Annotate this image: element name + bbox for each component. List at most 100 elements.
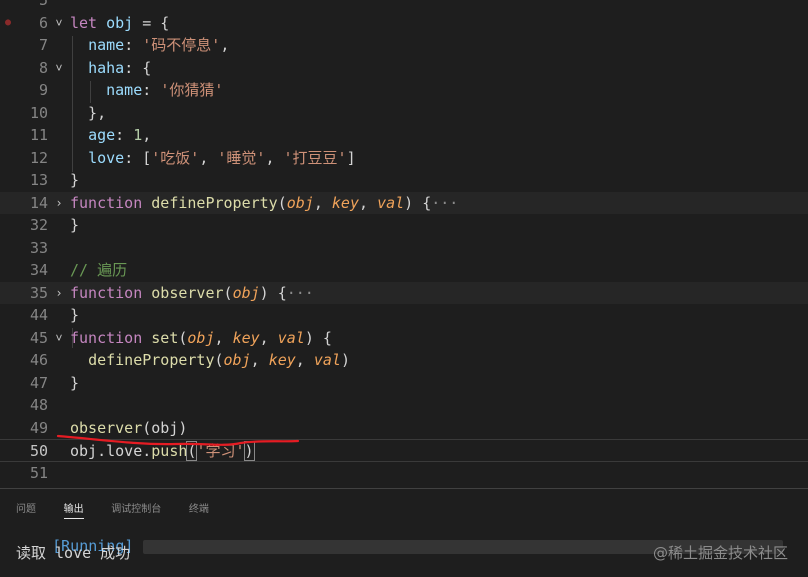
code-token: , — [220, 36, 230, 54]
code-token: : — [115, 126, 134, 144]
code-line[interactable]: 5 — [0, 0, 808, 12]
code-token: }, — [70, 103, 107, 122]
code-text: } — [70, 304, 79, 327]
code-text: love: ['吃饭', '睡觉', '打豆豆'] — [70, 147, 356, 170]
line-number: 10 — [29, 103, 48, 122]
code-text: } — [70, 214, 79, 237]
code-text: name: '码不停息', — [70, 34, 229, 57]
code-token: age — [88, 126, 116, 144]
tab-terminal[interactable]: 终端 — [189, 502, 209, 518]
code-token: haha — [88, 58, 125, 77]
code-line[interactable]: 12 love: ['吃饭', '睡觉', '打豆豆'] — [0, 147, 808, 170]
code-editor[interactable]: 5 ● 6 ˅ let obj = {7 name: '码不停息', 8 ˅ haha: {… — [0, 0, 808, 488]
tab-problems[interactable]: 问题 — [16, 502, 36, 518]
code-line[interactable]: 48 — [0, 394, 808, 417]
tab-output[interactable]: 输出 — [63, 502, 84, 519]
code-token: : — [124, 36, 143, 54]
folded-ellipsis[interactable]: ··· — [431, 194, 458, 212]
line-number: 12 — [29, 148, 48, 167]
code-text: function defineProperty(obj, key, val) {… — [70, 192, 458, 215]
code-line[interactable]: 13} — [0, 169, 808, 192]
code-text: haha: { — [70, 57, 151, 80]
line-number: 47 — [29, 373, 48, 392]
code-line[interactable]: 34 // 遍历 — [0, 259, 808, 282]
code-text: } — [70, 169, 79, 192]
code-token: observer — [151, 283, 224, 302]
code-line[interactable]: 44} — [0, 304, 808, 327]
code-line[interactable]: 14 › function defineProperty(obj, key, val… — [0, 191, 808, 215]
folded-ellipsis[interactable]: ··· — [287, 284, 314, 302]
line-number: 6 — [38, 13, 48, 32]
code-line[interactable]: 32} — [0, 214, 808, 237]
code-token: // 遍历 — [70, 261, 128, 279]
code-text: let obj = { — [70, 12, 169, 35]
line-number: 5 — [38, 0, 48, 9]
code-token: '睡觉' — [217, 148, 266, 167]
line-number: 35 — [29, 283, 48, 302]
code-text: }, — [70, 102, 106, 125]
code-token: } — [70, 171, 80, 189]
code-token: ) { — [404, 193, 432, 212]
code-token: defineProperty — [151, 193, 278, 212]
code-token: '打豆豆' — [283, 148, 347, 167]
tab-debug-console[interactable]: 调试控制台 — [111, 502, 161, 518]
line-number: 14 — [29, 193, 48, 212]
code-line[interactable]: 51 — [0, 462, 808, 485]
code-line[interactable]: 11 age: 1, — [0, 124, 808, 147]
code-token: ( — [214, 351, 224, 369]
code-line[interactable]: 45 ˅ function set(obj, key, val) { — [0, 327, 808, 350]
line-number: 51 — [29, 463, 48, 482]
code-line[interactable]: 9 name: '你猜猜' — [0, 79, 808, 102]
code-token: key — [331, 193, 359, 212]
code-line[interactable]: 7 name: '码不停息', — [0, 34, 808, 57]
code-text: defineProperty(obj, key, val) — [70, 349, 350, 372]
code-line[interactable]: 8 ˅ haha: { — [0, 57, 808, 80]
code-token: '码不停息' — [142, 36, 221, 54]
code-token: obj — [232, 283, 260, 302]
code-token: } — [70, 373, 80, 392]
line-number: 46 — [29, 351, 48, 369]
code-token: ) { — [304, 328, 332, 347]
panel-tabs: 问题 输出 调试控制台 终端 — [16, 497, 227, 519]
line-number: 7 — [38, 36, 48, 54]
code-text: function set(obj, key, val) { — [70, 327, 332, 350]
fold-expanded-icon[interactable]: ˅ — [52, 327, 66, 350]
code-text: } — [70, 372, 79, 395]
fold-expanded-icon[interactable]: ˅ — [52, 12, 66, 35]
code-token: key — [268, 351, 296, 369]
code-token: , — [359, 193, 378, 212]
fold-expanded-icon[interactable]: ˅ — [52, 57, 66, 80]
code-token: '吃饭' — [151, 148, 200, 167]
code-token: function — [70, 328, 143, 347]
code-line[interactable]: 10 }, — [0, 102, 808, 125]
code-token: ( — [277, 193, 287, 212]
code-token: , — [214, 328, 233, 347]
line-number: 9 — [38, 81, 48, 99]
line-number: 50 — [29, 442, 48, 460]
code-line[interactable]: ● 6 ˅ let obj = { — [0, 12, 808, 35]
output-result-line: 读取 love 成功 — [16, 544, 131, 562]
code-token: , — [142, 126, 152, 144]
fold-collapsed-icon[interactable]: › — [52, 192, 66, 215]
code-token: : — [142, 81, 161, 99]
code-token: name — [106, 81, 143, 99]
code-line[interactable]: 33 — [0, 237, 808, 260]
code-text: age: 1, — [70, 124, 151, 147]
line-number: 33 — [29, 238, 48, 257]
code-token: set — [151, 328, 179, 347]
code-text: name: '你猜猜' — [70, 79, 223, 102]
code-line[interactable]: 35 › function observer(obj) {··· — [0, 281, 808, 305]
code-line[interactable]: 47} — [0, 372, 808, 395]
code-token: ) { — [259, 283, 287, 302]
code-token: ) — [340, 351, 350, 369]
code-token: key — [232, 328, 260, 347]
fold-collapsed-icon[interactable]: › — [52, 282, 66, 305]
code-line[interactable]: 46 defineProperty(obj, key, val) — [0, 349, 808, 372]
